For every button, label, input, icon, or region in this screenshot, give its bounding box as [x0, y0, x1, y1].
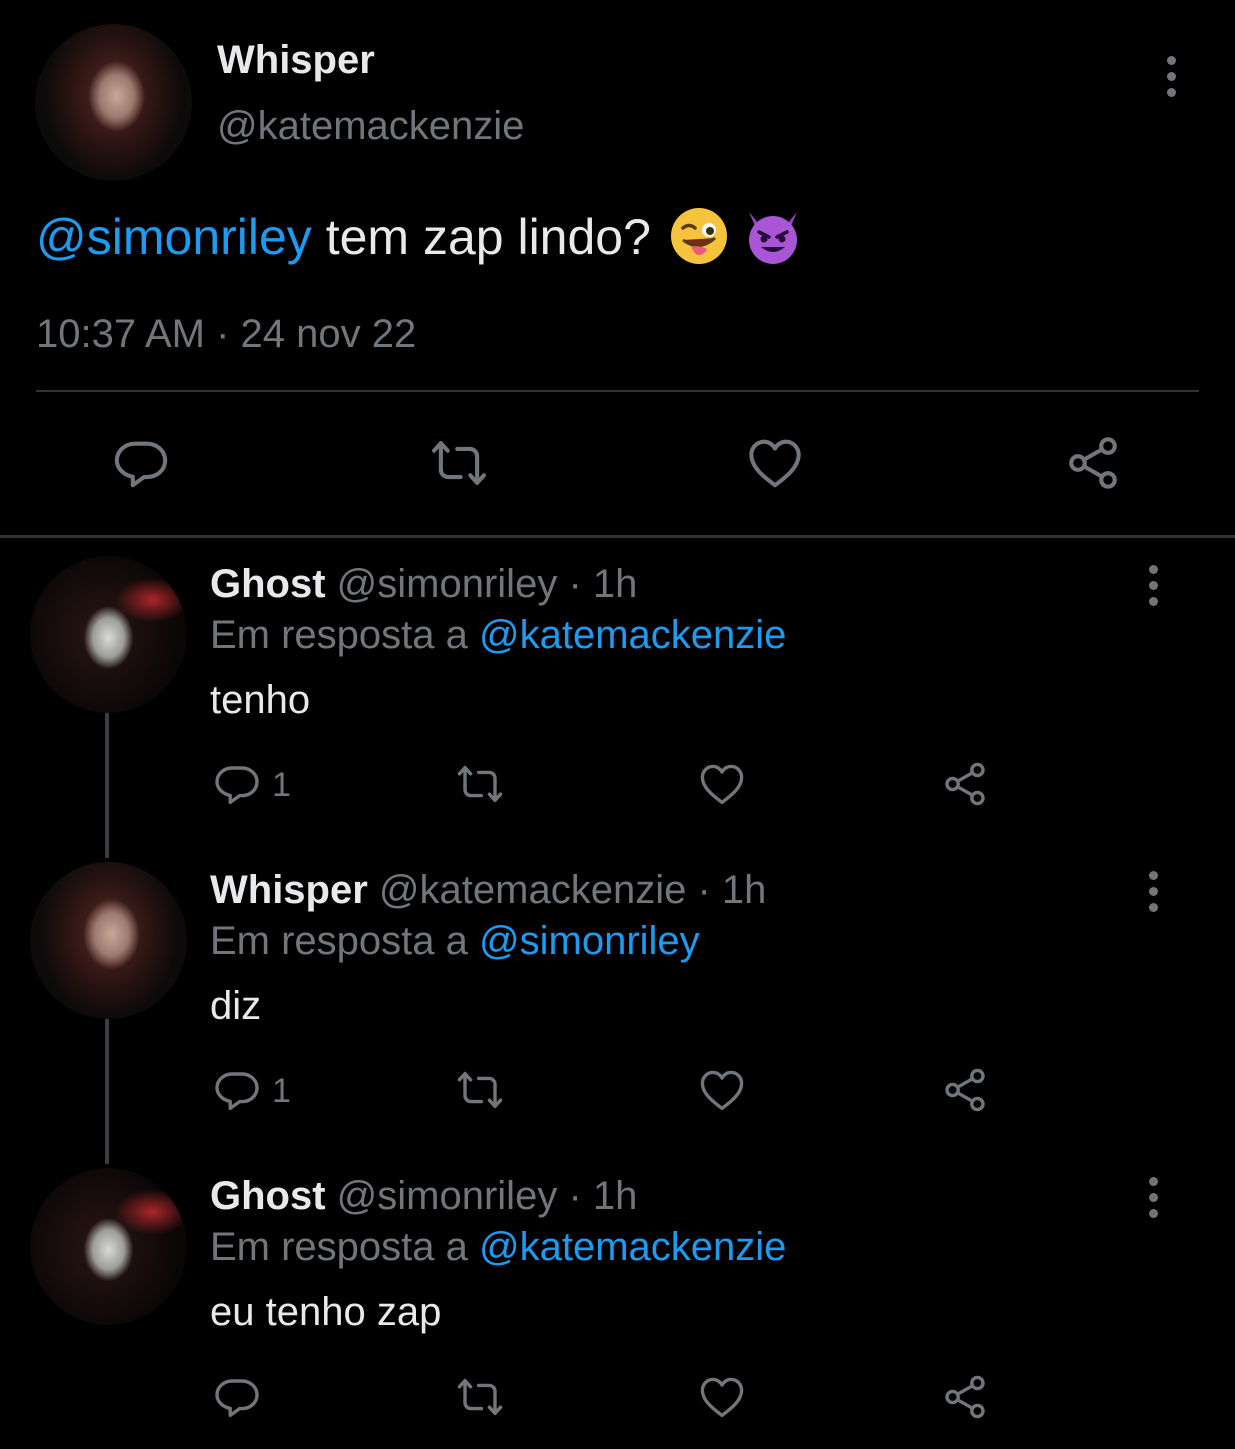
share-icon[interactable] [941, 1066, 989, 1114]
tweet-timestamp: 10:37 AM · 24 nov 22 [36, 312, 417, 356]
reply-prefix: Em resposta a [210, 613, 468, 657]
relative-time: · 1h [568, 562, 638, 606]
reply-prefix: Em resposta a [210, 1225, 468, 1269]
like-icon[interactable] [745, 434, 805, 492]
reply-icon[interactable] [213, 1373, 261, 1421]
smiling-devil-emoji-icon [748, 211, 797, 264]
reply-text: diz [210, 984, 262, 1028]
section-divider [0, 535, 1235, 538]
mention-link[interactable]: @simonriley [36, 209, 312, 265]
reply-to-link[interactable]: @simonriley [479, 919, 700, 963]
reply-context: Em resposta a @katemackenzie [210, 1225, 786, 1270]
user-handle[interactable]: @simonriley [337, 562, 558, 606]
like-icon[interactable] [697, 1066, 747, 1114]
retweet-icon[interactable] [426, 434, 492, 492]
avatar[interactable] [35, 24, 192, 181]
user-handle[interactable]: @simonriley [337, 1174, 558, 1218]
reply-to-link[interactable]: @katemackenzie [479, 613, 786, 657]
share-icon[interactable] [941, 760, 989, 808]
more-options-icon[interactable] [1148, 871, 1158, 912]
relative-time: · 1h [568, 1174, 638, 1218]
display-name[interactable]: Whisper [217, 38, 375, 83]
tweet-body: tem zap lindo? [325, 209, 651, 265]
share-icon[interactable] [1063, 434, 1123, 492]
reply-count: 1 [272, 766, 291, 804]
divider [36, 390, 1199, 392]
display-name[interactable]: Ghost [210, 1174, 326, 1218]
reply-icon[interactable] [112, 434, 170, 492]
like-icon[interactable] [697, 1373, 747, 1421]
display-name[interactable]: Ghost [210, 562, 326, 606]
reply-text: tenho [210, 678, 311, 722]
retweet-icon[interactable] [453, 1373, 507, 1421]
like-icon[interactable] [697, 760, 747, 808]
reply-to-link[interactable]: @katemackenzie [479, 1225, 786, 1269]
reply-icon[interactable] [213, 1066, 261, 1114]
reply-prefix: Em resposta a [210, 919, 468, 963]
retweet-icon[interactable] [453, 1066, 507, 1114]
reply-text: eu tenho zap [210, 1290, 442, 1334]
avatar[interactable] [30, 1168, 187, 1325]
avatar[interactable] [30, 556, 187, 713]
reply-context: Em resposta a @simonriley [210, 919, 700, 964]
thread-line [105, 712, 109, 858]
tweet-text: @simonriley tem zap lindo? [36, 207, 803, 266]
relative-time: · 1h [697, 868, 767, 912]
winking-tongue-emoji-icon [670, 207, 727, 264]
reply-context: Em resposta a @katemackenzie [210, 613, 786, 658]
avatar[interactable] [30, 862, 187, 1019]
display-name[interactable]: Whisper [210, 868, 368, 912]
more-options-icon[interactable] [1148, 565, 1158, 606]
reply-icon[interactable] [213, 760, 261, 808]
reply-header: Whisper @katemackenzie · 1h [210, 868, 766, 913]
reply-header: Ghost @simonriley · 1h [210, 1174, 637, 1219]
thread-line [105, 1018, 109, 1164]
user-handle[interactable]: @katemackenzie [217, 104, 524, 149]
retweet-icon[interactable] [453, 760, 507, 808]
more-options-icon[interactable] [1148, 1177, 1158, 1218]
reply-header: Ghost @simonriley · 1h [210, 562, 637, 607]
reply-count: 1 [272, 1072, 291, 1110]
more-options-icon[interactable] [1166, 56, 1176, 97]
user-handle[interactable]: @katemackenzie [379, 868, 686, 912]
share-icon[interactable] [941, 1373, 989, 1421]
